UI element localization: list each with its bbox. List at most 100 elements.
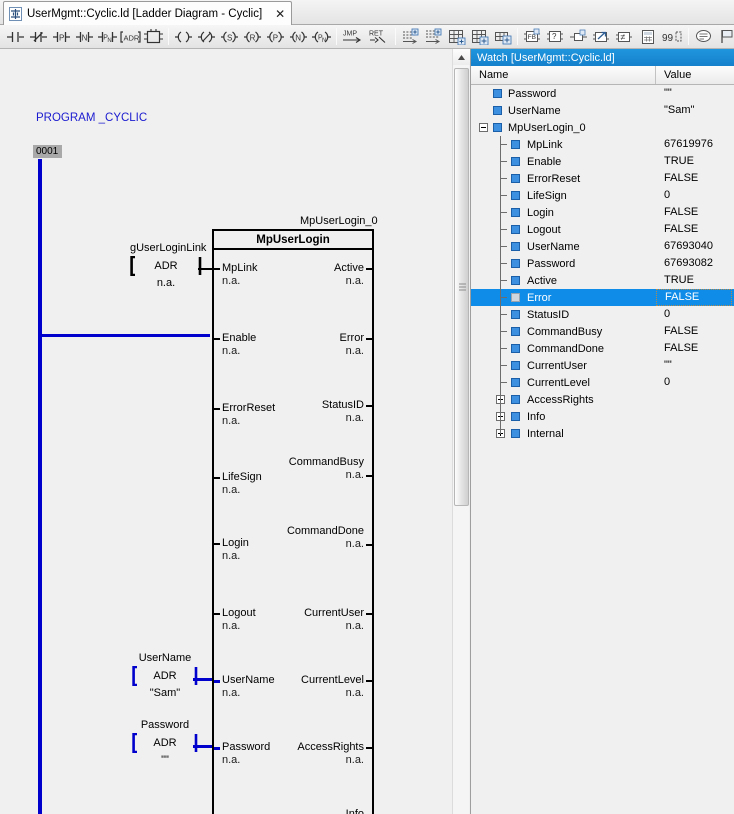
watch-window[interactable]: Watch [UserMgmt::Cyclic.ld] Name Value P… bbox=[470, 49, 734, 814]
watch-row-value-cell[interactable] bbox=[656, 425, 734, 442]
watch-row-name-cell[interactable]: Error bbox=[471, 289, 656, 306]
pin-out-currentuser[interactable]: CurrentUser n.a. bbox=[284, 607, 372, 633]
comment-button[interactable] bbox=[692, 26, 715, 48]
pin-out-currentlevel[interactable]: CurrentLevel n.a. bbox=[284, 674, 372, 700]
watch-row[interactable]: MpUserLogin_0 bbox=[471, 119, 734, 136]
watch-row-name-cell[interactable]: UserName bbox=[471, 102, 656, 119]
watch-row-name-cell[interactable]: UserName bbox=[471, 238, 656, 255]
insert-function-block-button[interactable]: FB bbox=[521, 26, 544, 48]
compare-button[interactable]: ≠ bbox=[613, 26, 636, 48]
watch-row[interactable]: CurrentUser "" bbox=[471, 357, 734, 374]
watch-row-name-cell[interactable]: Enable bbox=[471, 153, 656, 170]
watch-row-name-cell[interactable]: CommandDone bbox=[471, 340, 656, 357]
watch-row[interactable]: Active TRUE bbox=[471, 272, 734, 289]
watch-row[interactable]: Error FALSE bbox=[471, 289, 734, 306]
watch-row-value-cell[interactable]: FALSE bbox=[656, 221, 734, 238]
watch-row-value-cell[interactable]: FALSE bbox=[656, 170, 734, 187]
jump-button[interactable]: JMP bbox=[340, 26, 366, 48]
watch-row[interactable]: Internal bbox=[471, 425, 734, 442]
watch-row-name-cell[interactable]: Password bbox=[471, 255, 656, 272]
watch-variable-list[interactable]: Password "" UserName "Sam" MpUserLogin_0 MpLi… bbox=[471, 85, 734, 442]
close-icon[interactable]: ✕ bbox=[275, 7, 285, 21]
coil-button[interactable] bbox=[172, 26, 195, 48]
watch-row[interactable]: Enable TRUE bbox=[471, 153, 734, 170]
watch-row[interactable]: Info bbox=[471, 408, 734, 425]
watch-row-name-cell[interactable]: Internal bbox=[471, 425, 656, 442]
watch-row[interactable]: Password 67693082 bbox=[471, 255, 734, 272]
watch-row-name-cell[interactable]: StatusID bbox=[471, 306, 656, 323]
function-block-mpuserlogin[interactable]: MpUserLogin MpLink n.a. Enable n.a. Erro… bbox=[212, 229, 374, 814]
watch-row[interactable]: Password "" bbox=[471, 85, 734, 102]
watch-row-value-cell[interactable]: TRUE bbox=[656, 272, 734, 289]
pin-out-commanddone[interactable]: CommandDone n.a. bbox=[284, 525, 372, 551]
watch-row-value-cell[interactable]: FALSE bbox=[656, 323, 734, 340]
watch-row[interactable]: StatusID 0 bbox=[471, 306, 734, 323]
contact-negative-edge-button[interactable]: N bbox=[73, 26, 96, 48]
watch-row-value-cell[interactable]: 0 bbox=[656, 187, 734, 204]
coil-positive-button[interactable]: P bbox=[264, 26, 287, 48]
watch-row-name-cell[interactable]: LifeSign bbox=[471, 187, 656, 204]
watch-row-value-cell[interactable]: FALSE bbox=[656, 204, 734, 221]
adr-password-box[interactable]: ADR bbox=[132, 732, 198, 754]
coil-set-button[interactable]: S bbox=[218, 26, 241, 48]
function-block-button[interactable] bbox=[142, 26, 165, 48]
editor-vertical-scrollbar[interactable] bbox=[452, 49, 470, 814]
adr-username-box[interactable]: ADR bbox=[132, 665, 198, 687]
adr-username[interactable]: UserName ADR "Sam" bbox=[132, 652, 198, 699]
watch-row-value-cell[interactable]: 0 bbox=[656, 306, 734, 323]
calculator-button[interactable] bbox=[636, 26, 659, 48]
watch-row-name-cell[interactable]: CurrentLevel bbox=[471, 374, 656, 391]
insert-rung-above-button[interactable] bbox=[399, 26, 422, 48]
contact-positive-edge-button[interactable]: P bbox=[50, 26, 73, 48]
watch-row[interactable]: Login FALSE bbox=[471, 204, 734, 221]
watch-row[interactable]: LifeSign 0 bbox=[471, 187, 734, 204]
watch-row-value-cell[interactable]: FALSE bbox=[656, 340, 734, 357]
insert-network-button[interactable] bbox=[445, 26, 468, 48]
monitor-values-button[interactable]: 99 bbox=[659, 26, 685, 48]
watch-row-name-cell[interactable]: MpUserLogin_0 bbox=[471, 119, 656, 136]
watch-row-value-cell[interactable]: "" bbox=[656, 357, 734, 374]
watch-row-value-cell[interactable]: FALSE bbox=[656, 289, 732, 306]
watch-row[interactable]: ErrorReset FALSE bbox=[471, 170, 734, 187]
pin-out-error[interactable]: Error n.a. bbox=[284, 332, 372, 358]
collapse-minus-icon[interactable] bbox=[479, 123, 488, 132]
pin-out-accessrights[interactable]: AccessRights n.a. bbox=[284, 741, 372, 767]
watch-row[interactable]: UserName 67693040 bbox=[471, 238, 734, 255]
insert-column-button[interactable] bbox=[491, 26, 514, 48]
watch-row-name-cell[interactable]: Active bbox=[471, 272, 656, 289]
watch-row-name-cell[interactable]: MpLink bbox=[471, 136, 656, 153]
insert-rung-below-button[interactable] bbox=[422, 26, 445, 48]
pin-out-statusid[interactable]: StatusID n.a. bbox=[284, 399, 372, 425]
adr-box-button[interactable]: ADR bbox=[119, 26, 142, 48]
watch-row-name-cell[interactable]: ErrorReset bbox=[471, 170, 656, 187]
pin-out-info[interactable]: Info n.a. bbox=[284, 808, 364, 814]
watch-row[interactable]: CommandDone FALSE bbox=[471, 340, 734, 357]
watch-row[interactable]: Logout FALSE bbox=[471, 221, 734, 238]
append-network-button[interactable] bbox=[468, 26, 491, 48]
scroll-up-icon[interactable] bbox=[453, 49, 470, 65]
watch-row-name-cell[interactable]: CommandBusy bbox=[471, 323, 656, 340]
watch-row-value-cell[interactable] bbox=[656, 119, 734, 136]
adr-guserloginlink-box[interactable]: ADR bbox=[130, 255, 202, 277]
coil-pn-button[interactable]: PN bbox=[310, 26, 333, 48]
watch-row-value-cell[interactable]: 67693082 bbox=[656, 255, 734, 272]
watch-row-name-cell[interactable]: CurrentUser bbox=[471, 357, 656, 374]
watch-row-name-cell[interactable]: AccessRights bbox=[471, 391, 656, 408]
watch-row-value-cell[interactable]: "Sam" bbox=[656, 102, 734, 119]
coil-reset-button[interactable]: R bbox=[241, 26, 264, 48]
watch-row[interactable]: CommandBusy FALSE bbox=[471, 323, 734, 340]
watch-row-value-cell[interactable]: 0 bbox=[656, 374, 734, 391]
pin-out-active[interactable]: Active n.a. bbox=[284, 262, 372, 288]
contact-nc-button[interactable] bbox=[27, 26, 50, 48]
contact-no-button[interactable] bbox=[4, 26, 27, 48]
insert-variable-button[interactable] bbox=[567, 26, 590, 48]
goto-definition-button[interactable] bbox=[590, 26, 613, 48]
column-header-name[interactable]: Name bbox=[471, 66, 656, 84]
coil-negated-button[interactable] bbox=[195, 26, 218, 48]
watch-row-value-cell[interactable]: "" bbox=[656, 85, 734, 102]
watch-row-value-cell[interactable]: 67693040 bbox=[656, 238, 734, 255]
watch-row-name-cell[interactable]: Password bbox=[471, 85, 656, 102]
adr-password[interactable]: Password ADR "" bbox=[132, 719, 198, 766]
watch-row-value-cell[interactable] bbox=[656, 391, 734, 408]
insert-unknown-button[interactable]: ? bbox=[544, 26, 567, 48]
